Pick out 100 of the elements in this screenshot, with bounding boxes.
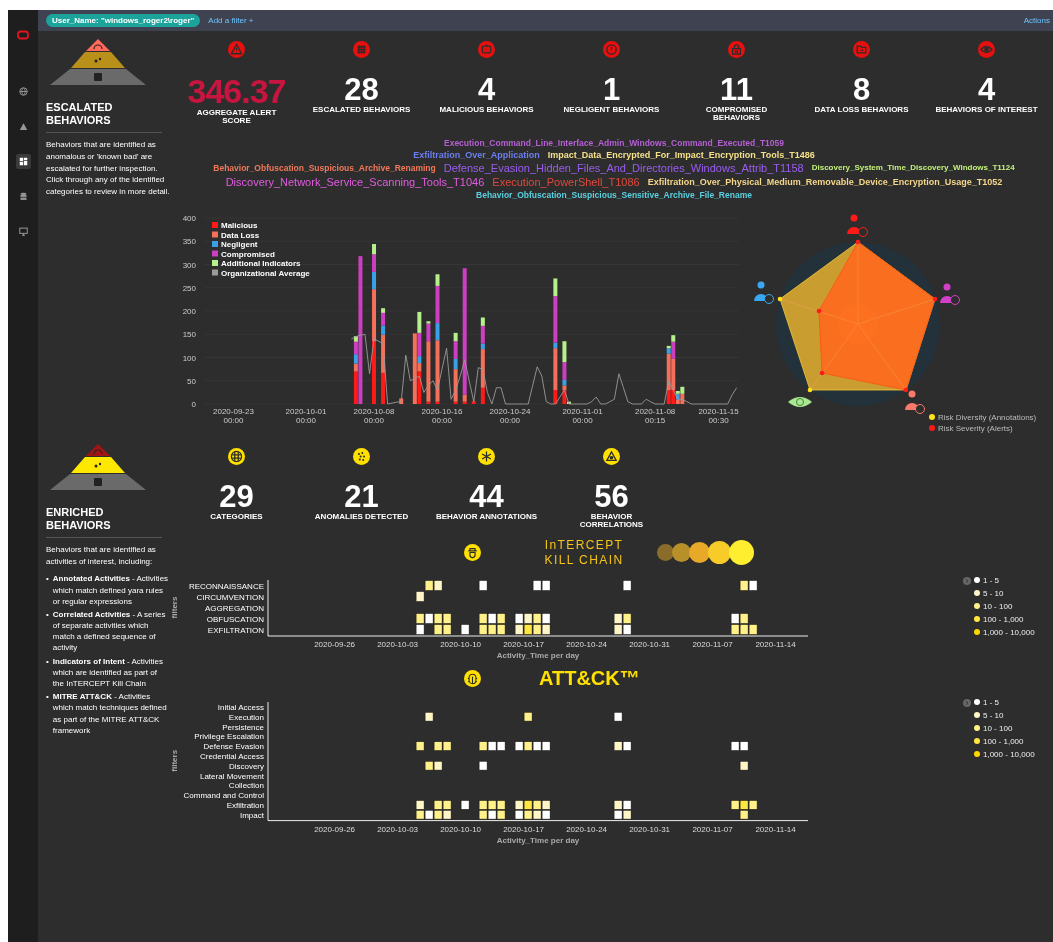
axis-title: filters <box>170 749 179 772</box>
axis-tick-label: 300 <box>182 260 196 270</box>
axis-tick-label: 2020-10-03 <box>377 639 419 649</box>
bullet-text: Indicators of Intent - Activities which are identified as part of the InTERCEPT Kill Chain <box>52 655 165 690</box>
stat-value: 21 <box>344 480 379 512</box>
word-cloud-term[interactable]: Exfiltration_Over_Application <box>413 149 540 160</box>
axis-tick-label: 2020-11-14 <box>755 639 796 649</box>
legend-label: Organizational Average <box>221 268 310 278</box>
stat-value: 28 <box>344 74 379 105</box>
stat-label: MALICIOUS BEHAVIORS <box>439 106 534 115</box>
axis-tick-label: 2020-10-31 <box>629 824 671 834</box>
legend-label: 100 - 1,000 <box>983 736 1024 746</box>
bullet-text: Correlated Activities - A series of separate activities which match a defined sequence of activity <box>52 608 167 654</box>
axis-tick-label: 2020-11-14 <box>755 824 796 834</box>
axis-tick-label: Exfiltration <box>226 800 264 810</box>
stat-label: ESCALATED BEHAVIORS <box>312 106 411 115</box>
axis-tick-label: RECONNAISSANCE <box>188 581 264 591</box>
stat-label: NEGLIGENT BEHAVIORS <box>563 106 660 115</box>
axis-tick-label: 2020-11-08 00:15 <box>634 406 676 425</box>
add-filter-link[interactable]: Add a filter + <box>208 16 254 25</box>
axis-tick-label: Impact <box>240 810 264 820</box>
bullet-text: MITRE ATT&CK - Activities which match techniques defined as part of the MITRE ATT&CK framework <box>52 691 168 736</box>
kill-chain-title: InTERCEPT KILL CHAIN <box>543 537 625 568</box>
actions-link[interactable]: Actions <box>1023 16 1053 25</box>
stat-label: DATA LOSS BEHAVIORS <box>814 106 909 115</box>
section-title: ESCALATED BEHAVIORS <box>46 101 114 128</box>
bullet-marker: • <box>46 608 49 621</box>
stat-label: AGGREGATE ALERT SCORE <box>196 109 277 126</box>
axis-tick-label: 2020-11-07 <box>692 824 733 834</box>
axis-tick-label: OBFUSCATION <box>206 614 264 624</box>
legend-label: 100 - 1,000 <box>983 614 1024 624</box>
stat-label: COMPROMISED BEHAVIORS <box>705 106 768 123</box>
axis-tick-label: Discovery <box>228 761 264 771</box>
legend-label: Data Loss <box>221 230 260 240</box>
axis-tick-label: Collection <box>228 780 264 790</box>
word-cloud-term[interactable]: Behavior_Obfuscation_Suspicious_Archive_Renaming <box>213 162 436 173</box>
filter-pill[interactable]: User_Name: "windows_roger2\roger" <box>46 14 201 27</box>
axis-tick-label: 0 <box>191 399 196 409</box>
legend-label: 1 - 5 <box>983 697 999 707</box>
axis-tick-label: 50 <box>187 376 196 386</box>
axis-tick-label: 2020-09-23 00:00 <box>213 406 254 425</box>
word-cloud-term[interactable]: Impact_Data_Encrypted_For_Impact_Encryption_Tools_T1486 <box>547 149 815 160</box>
axis-tick-label: 2020-11-15 00:30 <box>698 406 739 425</box>
axis-tick-label: 250 <box>182 283 196 293</box>
section-description: Behaviors that are identified as anomalous or 'known bad' are escalated for further inspection. Click through any of the identified categories to review in more detail. <box>46 139 170 198</box>
word-cloud-term[interactable]: Defense_Evasion_Hidden_Files_And_Directories_Windows_Attrib_T1158 <box>443 161 804 174</box>
legend-label: 5 - 10 <box>983 588 1004 598</box>
axis-tick-label: 400 <box>182 213 196 223</box>
legend-label: 10 - 100 <box>983 723 1013 733</box>
axis-title: filters <box>170 596 179 618</box>
axis-tick-label: Credential Access <box>199 751 264 761</box>
word-cloud-term[interactable]: Discovery_Network_Service_Scanning_Tools_T1046 <box>225 175 485 188</box>
axis-tick-label: 2020-11-01 00:00 <box>562 406 603 425</box>
stat-value: 346.37 <box>187 74 286 108</box>
axis-tick-label: Privilege Escalation <box>194 731 264 741</box>
legend-label: Negligent <box>221 239 258 249</box>
stat-value: 4 <box>477 74 496 105</box>
axis-tick-label: Persistence <box>222 722 264 732</box>
legend-label: Compromised <box>221 249 275 259</box>
word-cloud-term[interactable]: Execution_Command_Line_Interface_Admin_Windows_Command_Executed_T1059 <box>444 137 784 148</box>
axis-tick-label: Lateral Movement <box>199 771 264 781</box>
legend-label: Risk Severity (Alerts) <box>938 423 1013 433</box>
axis-tick-label: 2020-10-16 00:00 <box>421 406 463 425</box>
axis-tick-label: 2020-10-10 <box>440 824 482 834</box>
legend-label: 1,000 - 10,000 <box>983 749 1035 759</box>
bullet-marker: • <box>46 691 49 704</box>
word-cloud-term[interactable]: Exfiltration_Over_Physical_Medium_Removable_Device_Encryption_Usage_T1052 <box>647 176 1003 187</box>
axis-tick-label: Initial Access <box>217 702 264 712</box>
axis-tick-label: 200 <box>182 306 196 316</box>
legend-label: 1,000 - 10,000 <box>983 627 1035 637</box>
stat-label: CATEGORIES <box>210 512 263 522</box>
axis-tick-label: 2020-09-26 <box>314 824 356 834</box>
stat-label: ANOMALIES DETECTED <box>314 512 409 522</box>
section-description: Behaviors that are identified as activities of interest, including: <box>46 544 157 568</box>
axis-tick-label: 2020-10-10 <box>440 639 482 649</box>
axis-tick-label: Execution <box>228 712 264 722</box>
axis-tick-label: 2020-11-07 <box>692 639 733 649</box>
axis-tick-label: 2020-10-01 00:00 <box>285 406 327 425</box>
attack-title: ATT&CK™ <box>539 666 640 690</box>
word-cloud-term[interactable]: Discovery_System_Time_Discovery_Windows_T1124 <box>811 163 1015 173</box>
axis-tick-label: 150 <box>182 330 196 340</box>
axis-tick-label: 2020-09-26 <box>314 639 356 649</box>
stat-label: BEHAVIOR CORRELATIONS <box>579 512 644 530</box>
bullet-marker: • <box>46 573 49 586</box>
stat-label: BEHAVIOR ANNOTATIONS <box>435 512 537 522</box>
stat-value: 29 <box>219 480 254 512</box>
axis-title: Activity_Time per day <box>496 835 580 845</box>
axis-tick-label: AGGREGATION <box>205 603 264 613</box>
axis-tick-label: CIRCUMVENTION <box>196 592 264 602</box>
stat-value: 8 <box>852 74 871 105</box>
word-cloud-term[interactable]: Behavior_Obfuscation_Suspicious_Sensitive_Archive_File_Rename <box>476 189 752 200</box>
section-title: ENRICHED BEHAVIORS <box>46 505 112 533</box>
bullet-marker: • <box>46 655 49 668</box>
legend-label: 10 - 100 <box>983 601 1013 611</box>
axis-tick-label: 2020-10-31 <box>629 639 671 649</box>
bullet-text: Annotated Activities - Activities which match defined yara rules or regular expressions <box>52 573 170 607</box>
stat-value: 4 <box>977 74 996 105</box>
word-cloud-term[interactable]: Execution_PowerShell_T1086 <box>492 175 640 188</box>
stat-value: 56 <box>594 480 629 512</box>
legend-label: 5 - 10 <box>983 710 1004 720</box>
